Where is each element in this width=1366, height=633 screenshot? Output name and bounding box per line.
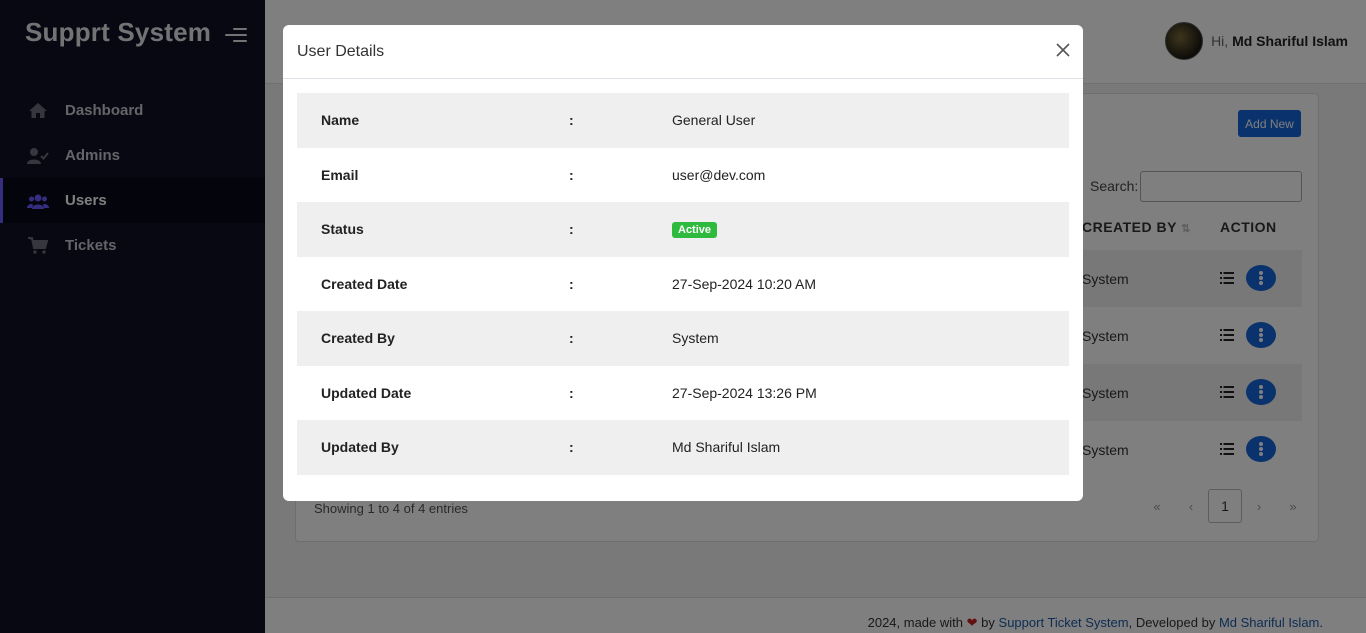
detail-separator: : bbox=[569, 384, 574, 401]
detail-separator: : bbox=[569, 330, 574, 347]
detail-label: Name bbox=[321, 112, 360, 129]
detail-row-updated-by: Updated By : Md Shariful Islam bbox=[297, 420, 1069, 475]
detail-value: System bbox=[672, 330, 719, 347]
detail-value: General User bbox=[672, 112, 756, 129]
user-details-modal: User Details Name : General User Email :… bbox=[283, 25, 1083, 501]
detail-row-created-date: Created Date : 27-Sep-2024 10:20 AM bbox=[297, 257, 1069, 312]
detail-separator: : bbox=[569, 112, 574, 129]
detail-row-updated-date: Updated Date : 27-Sep-2024 13:26 PM bbox=[297, 366, 1069, 421]
detail-separator: : bbox=[569, 275, 574, 292]
detail-row-email: Email : user@dev.com bbox=[297, 148, 1069, 203]
detail-row-created-by: Created By : System bbox=[297, 311, 1069, 366]
detail-separator: : bbox=[569, 439, 574, 456]
detail-value: 27-Sep-2024 13:26 PM bbox=[672, 384, 817, 401]
detail-label: Created By bbox=[321, 330, 395, 347]
detail-value: Md Shariful Islam bbox=[672, 439, 781, 456]
modal-header: User Details bbox=[283, 25, 1083, 79]
detail-value: user@dev.com bbox=[672, 166, 766, 183]
detail-value: 27-Sep-2024 10:20 AM bbox=[672, 275, 816, 292]
modal-title: User Details bbox=[297, 43, 385, 60]
detail-separator: : bbox=[569, 221, 574, 238]
close-icon[interactable] bbox=[1055, 42, 1071, 58]
detail-label: Updated Date bbox=[321, 384, 412, 401]
detail-label: Status bbox=[321, 221, 364, 238]
detail-separator: : bbox=[569, 166, 574, 183]
detail-label: Email bbox=[321, 166, 359, 183]
detail-row-name: Name : General User bbox=[297, 93, 1069, 148]
details-table: Name : General User Email : user@dev.com… bbox=[297, 93, 1069, 475]
detail-label: Created Date bbox=[321, 275, 408, 292]
status-badge: Active bbox=[672, 222, 718, 239]
detail-row-status: Status : Active bbox=[297, 202, 1069, 257]
detail-label: Updated By bbox=[321, 439, 399, 456]
